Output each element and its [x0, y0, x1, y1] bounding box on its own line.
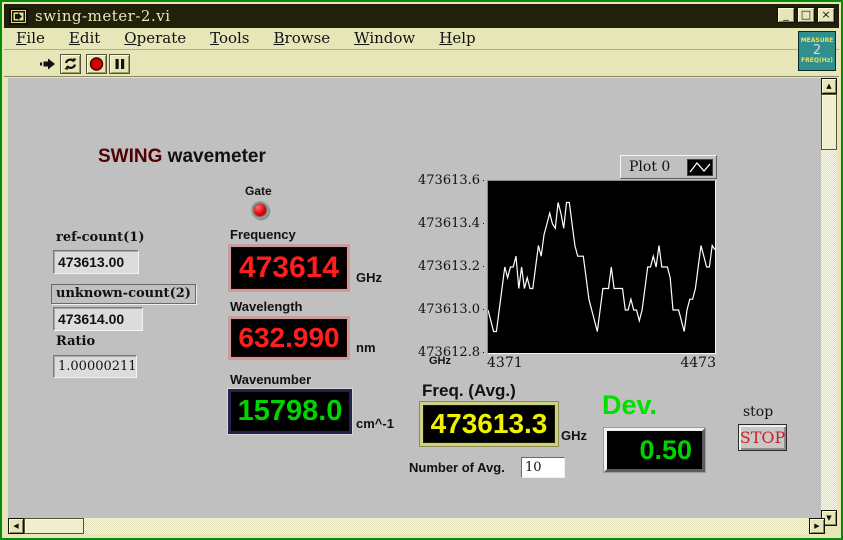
- freq-avg-label: Freq. (Avg.): [422, 381, 516, 401]
- window-title: swing-meter-2.vi: [35, 7, 171, 25]
- front-panel: SWING wavemeter Gate ref-count(1) 473613…: [8, 78, 825, 520]
- stop-button[interactable]: STOP: [738, 424, 787, 451]
- num-avg-label: Number of Avg.: [409, 460, 505, 475]
- y-tick-label: 473613.0: [418, 302, 484, 316]
- waveform-plot-area: [487, 180, 716, 354]
- wavelength-display: 632.990: [228, 316, 350, 360]
- menu-item-tools[interactable]: Tools: [198, 28, 261, 49]
- run-arrow-glyph: [12, 11, 25, 22]
- frequency-display: 473614: [228, 244, 350, 292]
- run-button[interactable]: [37, 54, 58, 74]
- wavelength-unit: nm: [356, 340, 376, 355]
- vi-icon-line2: 2: [813, 44, 821, 58]
- num-avg-input[interactable]: 10: [521, 457, 565, 478]
- pause-button[interactable]: [109, 54, 130, 74]
- ref-count-value: 473613.00: [53, 250, 139, 274]
- horizontal-scrollbar[interactable]: ◀ ▶: [8, 518, 825, 534]
- ratio-value: 1.00000211: [53, 355, 137, 378]
- page-title: SWING wavemeter: [98, 146, 266, 168]
- menu-item-help[interactable]: Help: [427, 28, 487, 49]
- page-title-accent: SWING: [98, 146, 162, 167]
- wavenumber-display: 15798.0: [228, 389, 352, 434]
- abort-button[interactable]: [86, 54, 107, 74]
- vertical-scrollbar[interactable]: ▲ ▼: [821, 78, 837, 526]
- maximize-button[interactable]: □: [797, 7, 815, 23]
- chart-legend[interactable]: Plot 0: [620, 155, 717, 179]
- gate-led[interactable]: [251, 201, 269, 219]
- wavenumber-unit: cm^-1: [356, 416, 394, 431]
- toolbar: MEASURE 2 FREQ(Hz): [4, 51, 839, 77]
- menu-item-browse[interactable]: Browse: [262, 28, 343, 49]
- scroll-right-button[interactable]: ▶: [809, 518, 825, 534]
- x-axis-unit-label: GHz: [429, 355, 451, 367]
- scroll-up-button[interactable]: ▲: [821, 78, 837, 94]
- vi-window: swing-meter-2.vi _ □ × FileEditOperateTo…: [0, 0, 843, 540]
- labview-vi-icon: [9, 8, 28, 25]
- plot-line-style-icon[interactable]: [687, 159, 713, 176]
- unknown-count-label: unknown-count(2): [51, 284, 196, 304]
- pause-icon: [114, 58, 126, 70]
- menu-item-file[interactable]: File: [4, 28, 57, 49]
- menu-bar: FileEditOperateToolsBrowseWindowHelp: [4, 28, 839, 50]
- frequency-unit: GHz: [356, 270, 382, 285]
- abort-icon: [89, 57, 104, 71]
- y-tick-label: 473613.4: [418, 216, 484, 230]
- vertical-scroll-thumb[interactable]: [821, 94, 837, 150]
- horizontal-scroll-thumb[interactable]: [24, 518, 84, 534]
- unknown-count-value: 473614.00: [53, 307, 143, 331]
- page-title-rest: wavemeter: [162, 146, 266, 167]
- x-axis-min-label: 4371: [487, 355, 523, 371]
- run-arrow-icon: [40, 57, 56, 71]
- vi-connector-icon: MEASURE 2 FREQ(Hz): [798, 31, 836, 71]
- vi-icon-line3: FREQ(Hz): [801, 58, 833, 64]
- dev-display: 0.50: [604, 428, 705, 472]
- gate-label: Gate: [245, 184, 272, 198]
- ratio-label: Ratio: [56, 334, 95, 349]
- wavelength-label: Wavelength: [230, 299, 302, 314]
- continuous-run-icon: [63, 57, 78, 71]
- freq-avg-display: 473613.3: [420, 402, 558, 446]
- menu-item-operate[interactable]: Operate: [112, 28, 198, 49]
- x-axis-max-label: 4473: [680, 355, 716, 371]
- legend-label: Plot 0: [629, 159, 670, 175]
- frequency-label: Frequency: [230, 227, 296, 242]
- minimize-button[interactable]: _: [777, 7, 795, 23]
- menu-item-window[interactable]: Window: [342, 28, 427, 49]
- ref-count-label: ref-count(1): [56, 230, 145, 245]
- y-tick-label: 473613.2: [418, 259, 484, 273]
- run-continuous-button[interactable]: [60, 54, 81, 74]
- freq-avg-unit: GHz: [561, 428, 587, 443]
- title-bar[interactable]: swing-meter-2.vi _ □ ×: [4, 4, 839, 28]
- wavenumber-label: Wavenumber: [230, 372, 311, 387]
- waveform-svg: [488, 181, 715, 353]
- close-button[interactable]: ×: [817, 7, 835, 23]
- y-tick-label: 473612.8: [418, 345, 484, 359]
- dev-label: Dev.: [602, 390, 657, 421]
- scroll-left-button[interactable]: ◀: [8, 518, 24, 534]
- y-tick-label: 473613.6: [418, 173, 484, 187]
- stop-label: stop: [743, 404, 773, 420]
- menu-item-edit[interactable]: Edit: [57, 28, 112, 49]
